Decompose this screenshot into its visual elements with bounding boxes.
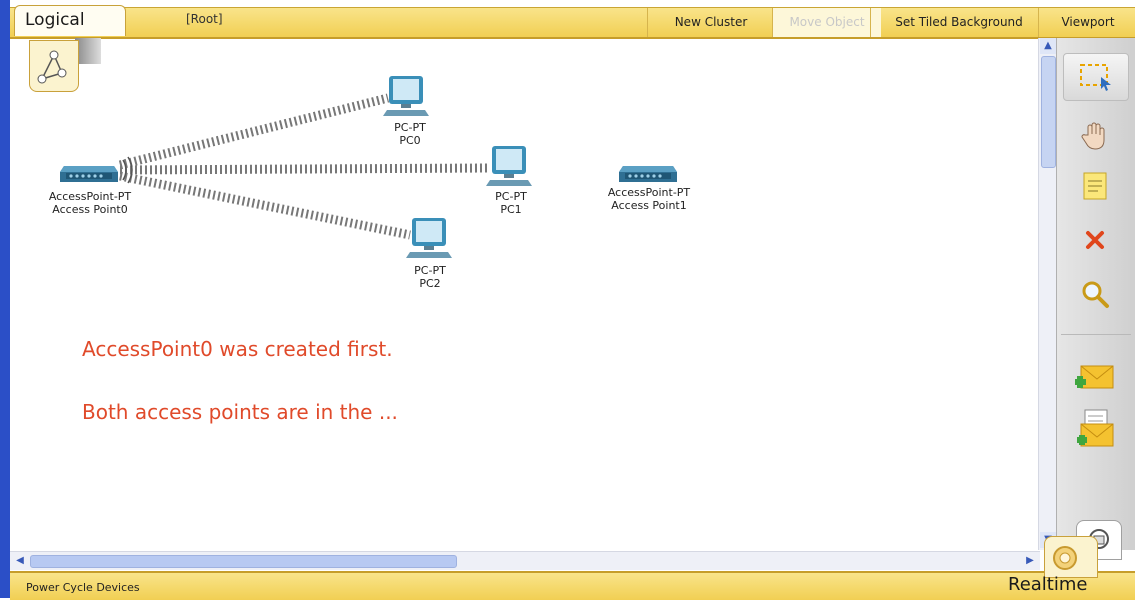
add-complex-pdu-icon (1077, 409, 1114, 447)
access-point1-model: AccessPoint-PT (607, 186, 691, 199)
tool-separator (1061, 334, 1131, 335)
bottom-toolbar: Power Cycle Devices (10, 571, 1135, 600)
add-simple-pdu-button[interactable] (1071, 356, 1119, 396)
delete-icon (1086, 231, 1104, 249)
pc2-label: PC-PT PC2 (380, 264, 480, 290)
pc0-name: PC0 (399, 134, 421, 147)
note-icon (1083, 172, 1107, 200)
vertical-scroll-thumb[interactable] (1041, 56, 1056, 168)
pc2-model: PC-PT (414, 264, 446, 277)
wireless-links (118, 93, 489, 240)
horizontal-scroll-thumb[interactable] (30, 555, 457, 568)
wireless-link-pc1 (119, 163, 489, 175)
realtime-tab-background (1044, 536, 1098, 578)
select-icon (1080, 64, 1111, 91)
pc-icon (406, 218, 452, 258)
wireless-link-pc0 (118, 93, 390, 170)
access-point0-model: AccessPoint-PT (48, 190, 132, 203)
pc-icon (486, 146, 532, 186)
canvas-note-1[interactable]: AccessPoint0 was created first. (82, 337, 393, 361)
scroll-up-arrow-icon[interactable]: ▲ (1040, 38, 1056, 54)
power-cycle-devices-button[interactable]: Power Cycle Devices (26, 581, 140, 594)
pc0-device[interactable] (383, 74, 429, 118)
access-point1-name: Access Point1 (611, 199, 687, 212)
pc1-name: PC1 (500, 203, 522, 216)
zoom-icon (1082, 281, 1109, 308)
zoom-tool-button[interactable] (1071, 274, 1119, 314)
pc1-device[interactable] (486, 144, 532, 188)
access-point1-device[interactable] (617, 158, 679, 188)
pc2-name: PC2 (419, 277, 441, 290)
hand-icon (1081, 122, 1105, 150)
delete-tool-button[interactable] (1071, 220, 1119, 260)
canvas-note-2[interactable]: Both access points are in the ... (82, 400, 398, 424)
viewport-button[interactable]: Viewport (1038, 8, 1135, 37)
realtime-mode-label: Realtime (1008, 574, 1088, 595)
pc1-model: PC-PT (495, 190, 527, 203)
scroll-left-arrow-icon[interactable]: ◀ (12, 553, 28, 569)
access-point0-name: Access Point0 (52, 203, 128, 216)
realtime-mode-tab[interactable]: Realtime (1000, 536, 1108, 598)
add-simple-pdu-icon (1075, 365, 1114, 389)
realtime-clock-icon (1053, 546, 1077, 570)
access-point0-device[interactable] (58, 158, 120, 188)
horizontal-scrollbar[interactable]: ◀ ▶ (10, 551, 1040, 570)
place-note-tool-button[interactable] (1071, 166, 1119, 206)
access-point0-label: AccessPoint-PT Access Point0 (35, 190, 145, 216)
pc0-label: PC-PT PC0 (360, 121, 460, 147)
pc2-device[interactable] (406, 216, 452, 260)
vertical-scrollbar[interactable]: ▲ ▼ (1038, 38, 1057, 550)
tool-panel (1056, 38, 1135, 550)
wireless-link-pc2 (119, 171, 411, 240)
access-point-icon (60, 166, 118, 182)
access-point1-label: AccessPoint-PT Access Point1 (594, 186, 704, 212)
pc0-model: PC-PT (394, 121, 426, 134)
pc-icon (383, 76, 429, 116)
pc1-label: PC-PT PC1 (461, 190, 561, 216)
access-point-icon (619, 166, 677, 182)
select-tool-button[interactable] (1063, 53, 1129, 101)
inspect-tool-button[interactable] (1071, 116, 1119, 156)
add-complex-pdu-button[interactable] (1071, 408, 1119, 448)
